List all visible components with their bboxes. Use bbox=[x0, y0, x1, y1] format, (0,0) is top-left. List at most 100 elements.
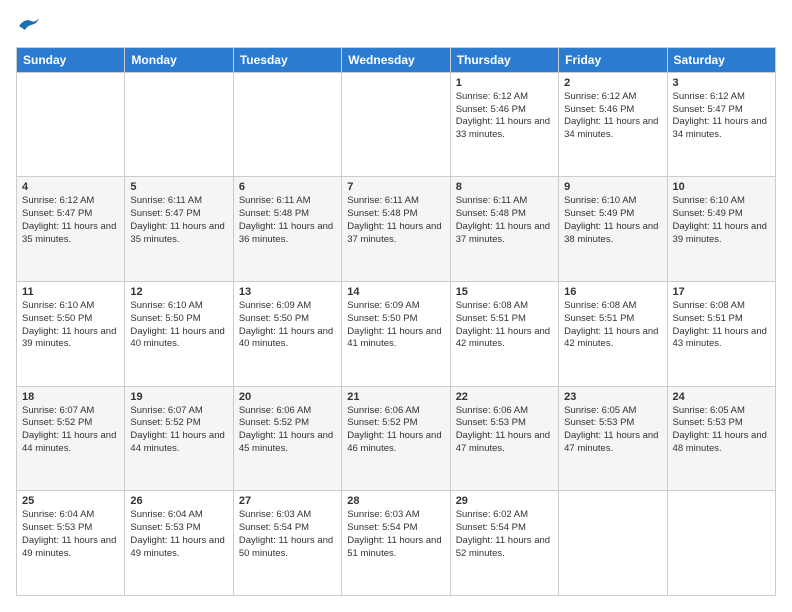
day-number: 28 bbox=[347, 495, 444, 507]
day-number: 10 bbox=[673, 181, 770, 193]
day-number: 4 bbox=[22, 181, 119, 193]
calendar-week: 18 Sunrise: 6:07 AMSunset: 5:52 PMDayligh… bbox=[17, 386, 776, 491]
calendar-week: 11 Sunrise: 6:10 AMSunset: 5:50 PMDayligh… bbox=[17, 282, 776, 387]
day-info: Sunrise: 6:10 AMSunset: 5:49 PMDaylight:… bbox=[673, 195, 770, 246]
day-info: Sunrise: 6:08 AMSunset: 5:51 PMDaylight:… bbox=[673, 300, 770, 351]
header-day: Monday bbox=[125, 47, 233, 72]
calendar-cell: 12 Sunrise: 6:10 AMSunset: 5:50 PMDayligh… bbox=[125, 282, 233, 387]
calendar-cell: 4 Sunrise: 6:12 AMSunset: 5:47 PMDaylight… bbox=[17, 177, 125, 282]
day-info: Sunrise: 6:12 AMSunset: 5:47 PMDaylight:… bbox=[22, 195, 119, 246]
calendar-header: SundayMondayTuesdayWednesdayThursdayFrid… bbox=[17, 47, 776, 72]
logo-bird-icon bbox=[17, 16, 39, 37]
calendar-body: 1 Sunrise: 6:12 AMSunset: 5:46 PMDaylight… bbox=[17, 72, 776, 595]
calendar-cell: 2 Sunrise: 6:12 AMSunset: 5:46 PMDaylight… bbox=[559, 72, 667, 177]
calendar-cell: 29Sunrise: 6:02 AMSunset: 5:54 PMDayligh… bbox=[450, 491, 558, 596]
day-number: 3 bbox=[673, 77, 770, 89]
calendar-cell: 15Sunrise: 6:08 AMSunset: 5:51 PMDayligh… bbox=[450, 282, 558, 387]
calendar-cell: 22 Sunrise: 6:06 AMSunset: 5:53 PMDayligh… bbox=[450, 386, 558, 491]
calendar-cell: 17 Sunrise: 6:08 AMSunset: 5:51 PMDayligh… bbox=[667, 282, 775, 387]
calendar-cell: 8 Sunrise: 6:11 AMSunset: 5:48 PMDaylight… bbox=[450, 177, 558, 282]
calendar-cell bbox=[233, 72, 341, 177]
calendar-cell: 9 Sunrise: 6:10 AMSunset: 5:49 PMDaylight… bbox=[559, 177, 667, 282]
day-number: 5 bbox=[130, 181, 227, 193]
calendar-cell: 10 Sunrise: 6:10 AMSunset: 5:49 PMDayligh… bbox=[667, 177, 775, 282]
day-info: Sunrise: 6:09 AMSunset: 5:50 PMDaylight:… bbox=[239, 300, 336, 351]
day-info: Sunrise: 6:06 AMSunset: 5:52 PMDaylight:… bbox=[239, 405, 336, 456]
calendar-cell: 23 Sunrise: 6:05 AMSunset: 5:53 PMDayligh… bbox=[559, 386, 667, 491]
day-info: Sunrise: 6:05 AMSunset: 5:53 PMDaylight:… bbox=[673, 405, 770, 456]
day-info: Sunrise: 6:10 AMSunset: 5:50 PMDaylight:… bbox=[22, 300, 119, 351]
calendar-cell: 1 Sunrise: 6:12 AMSunset: 5:46 PMDaylight… bbox=[450, 72, 558, 177]
day-info: Sunrise: 6:11 AMSunset: 5:48 PMDaylight:… bbox=[347, 195, 444, 246]
day-info: Sunrise: 6:07 AMSunset: 5:52 PMDaylight:… bbox=[130, 405, 227, 456]
day-number: 17 bbox=[673, 286, 770, 298]
header-day: Tuesday bbox=[233, 47, 341, 72]
day-info: Sunrise: 6:11 AMSunset: 5:48 PMDaylight:… bbox=[456, 195, 553, 246]
calendar-week: 4 Sunrise: 6:12 AMSunset: 5:47 PMDaylight… bbox=[17, 177, 776, 282]
header-day: Sunday bbox=[17, 47, 125, 72]
day-number: 20 bbox=[239, 391, 336, 403]
day-info: Sunrise: 6:04 AMSunset: 5:53 PMDaylight:… bbox=[22, 509, 119, 560]
calendar-cell: 7 Sunrise: 6:11 AMSunset: 5:48 PMDaylight… bbox=[342, 177, 450, 282]
day-number: 27 bbox=[239, 495, 336, 507]
calendar-cell: 3 Sunrise: 6:12 AMSunset: 5:47 PMDaylight… bbox=[667, 72, 775, 177]
day-info: Sunrise: 6:03 AMSunset: 5:54 PMDaylight:… bbox=[347, 509, 444, 560]
calendar-cell bbox=[667, 491, 775, 596]
day-info: Sunrise: 6:12 AMSunset: 5:46 PMDaylight:… bbox=[456, 91, 553, 142]
day-number: 11 bbox=[22, 286, 119, 298]
calendar-cell bbox=[17, 72, 125, 177]
calendar-week: 1 Sunrise: 6:12 AMSunset: 5:46 PMDaylight… bbox=[17, 72, 776, 177]
header-day: Friday bbox=[559, 47, 667, 72]
day-info: Sunrise: 6:08 AMSunset: 5:51 PMDaylight:… bbox=[456, 300, 553, 351]
day-info: Sunrise: 6:10 AMSunset: 5:50 PMDaylight:… bbox=[130, 300, 227, 351]
day-info: Sunrise: 6:06 AMSunset: 5:52 PMDaylight:… bbox=[347, 405, 444, 456]
header-day: Thursday bbox=[450, 47, 558, 72]
day-info: Sunrise: 6:02 AMSunset: 5:54 PMDaylight:… bbox=[456, 509, 553, 560]
calendar-cell: 26 Sunrise: 6:04 AMSunset: 5:53 PMDayligh… bbox=[125, 491, 233, 596]
day-info: Sunrise: 6:05 AMSunset: 5:53 PMDaylight:… bbox=[564, 405, 661, 456]
calendar-cell: 28 Sunrise: 6:03 AMSunset: 5:54 PMDayligh… bbox=[342, 491, 450, 596]
calendar-table: SundayMondayTuesdayWednesdayThursdayFrid… bbox=[16, 47, 776, 596]
calendar-cell: 11 Sunrise: 6:10 AMSunset: 5:50 PMDayligh… bbox=[17, 282, 125, 387]
calendar-cell bbox=[125, 72, 233, 177]
day-number: 25 bbox=[22, 495, 119, 507]
calendar-cell: 13Sunrise: 6:09 AMSunset: 5:50 PMDayligh… bbox=[233, 282, 341, 387]
calendar-cell: 5 Sunrise: 6:11 AMSunset: 5:47 PMDaylight… bbox=[125, 177, 233, 282]
day-info: Sunrise: 6:04 AMSunset: 5:53 PMDaylight:… bbox=[130, 509, 227, 560]
day-number: 8 bbox=[456, 181, 553, 193]
day-number: 9 bbox=[564, 181, 661, 193]
logo bbox=[16, 16, 39, 37]
calendar-week: 25 Sunrise: 6:04 AMSunset: 5:53 PMDayligh… bbox=[17, 491, 776, 596]
calendar-cell: 18 Sunrise: 6:07 AMSunset: 5:52 PMDayligh… bbox=[17, 386, 125, 491]
day-number: 2 bbox=[564, 77, 661, 89]
calendar-cell: 16Sunrise: 6:08 AMSunset: 5:51 PMDayligh… bbox=[559, 282, 667, 387]
day-number: 6 bbox=[239, 181, 336, 193]
day-info: Sunrise: 6:11 AMSunset: 5:48 PMDaylight:… bbox=[239, 195, 336, 246]
calendar-cell: 20 Sunrise: 6:06 AMSunset: 5:52 PMDayligh… bbox=[233, 386, 341, 491]
calendar-cell bbox=[342, 72, 450, 177]
day-info: Sunrise: 6:09 AMSunset: 5:50 PMDaylight:… bbox=[347, 300, 444, 351]
header bbox=[16, 16, 776, 37]
day-info: Sunrise: 6:07 AMSunset: 5:52 PMDaylight:… bbox=[22, 405, 119, 456]
day-number: 22 bbox=[456, 391, 553, 403]
calendar-cell: 14Sunrise: 6:09 AMSunset: 5:50 PMDayligh… bbox=[342, 282, 450, 387]
calendar-cell: 19Sunrise: 6:07 AMSunset: 5:52 PMDayligh… bbox=[125, 386, 233, 491]
day-info: Sunrise: 6:11 AMSunset: 5:47 PMDaylight:… bbox=[130, 195, 227, 246]
calendar-cell: 6 Sunrise: 6:11 AMSunset: 5:48 PMDaylight… bbox=[233, 177, 341, 282]
day-number: 12 bbox=[130, 286, 227, 298]
day-number: 23 bbox=[564, 391, 661, 403]
day-info: Sunrise: 6:03 AMSunset: 5:54 PMDaylight:… bbox=[239, 509, 336, 560]
calendar-cell: 24Sunrise: 6:05 AMSunset: 5:53 PMDayligh… bbox=[667, 386, 775, 491]
day-number: 26 bbox=[130, 495, 227, 507]
day-number: 1 bbox=[456, 77, 553, 89]
day-number: 16 bbox=[564, 286, 661, 298]
calendar-cell: 27 Sunrise: 6:03 AMSunset: 5:54 PMDayligh… bbox=[233, 491, 341, 596]
day-info: Sunrise: 6:10 AMSunset: 5:49 PMDaylight:… bbox=[564, 195, 661, 246]
page: SundayMondayTuesdayWednesdayThursdayFrid… bbox=[0, 0, 792, 612]
day-number: 18 bbox=[22, 391, 119, 403]
day-info: Sunrise: 6:12 AMSunset: 5:46 PMDaylight:… bbox=[564, 91, 661, 142]
day-info: Sunrise: 6:12 AMSunset: 5:47 PMDaylight:… bbox=[673, 91, 770, 142]
day-number: 7 bbox=[347, 181, 444, 193]
day-info: Sunrise: 6:06 AMSunset: 5:53 PMDaylight:… bbox=[456, 405, 553, 456]
calendar-cell: 21Sunrise: 6:06 AMSunset: 5:52 PMDayligh… bbox=[342, 386, 450, 491]
